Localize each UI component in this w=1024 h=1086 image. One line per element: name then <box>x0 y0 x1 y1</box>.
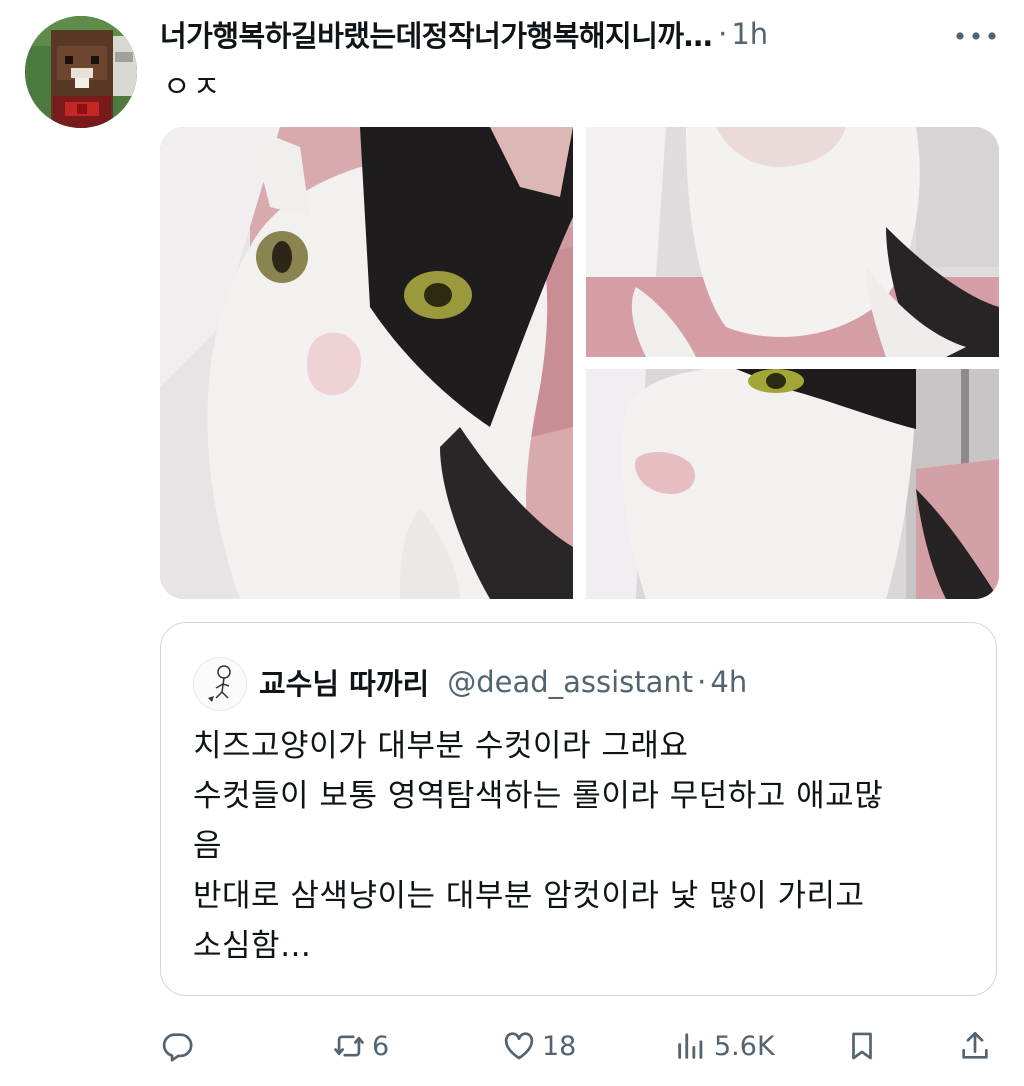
avatar-image <box>25 16 137 128</box>
quoted-tweet-text: 치즈고양이가 대부분 수컷이라 그래요 수컷들이 보통 영역탐색하는 롤이라 무… <box>193 721 973 971</box>
cat-photo-closeup <box>160 127 573 599</box>
reply-button[interactable] <box>160 1022 194 1070</box>
author-avatar[interactable] <box>25 16 137 128</box>
like-button[interactable]: 18 <box>502 1022 576 1070</box>
views-count: 5.6K <box>714 1030 775 1062</box>
quoted-timestamp[interactable]: 4h <box>710 665 747 699</box>
bookmark-button[interactable] <box>845 1022 879 1070</box>
more-options-button[interactable] <box>952 16 1000 52</box>
bookmark-icon <box>852 1032 872 1060</box>
quoted-line: 반대로 삼색냥이는 대부분 암컷이라 낯 많이 가리고 <box>193 878 865 914</box>
photo-2[interactable] <box>586 127 999 357</box>
quoted-tweet[interactable]: 교수님 따까리 @dead_assistant · 4h 치즈고양이가 대부분 … <box>160 622 997 996</box>
heart-icon <box>504 1032 534 1060</box>
quoted-avatar-image <box>194 658 246 710</box>
quoted-author-avatar[interactable] <box>193 657 247 711</box>
share-button[interactable] <box>958 1022 992 1070</box>
like-count: 18 <box>542 1030 577 1062</box>
quoted-separator: · <box>697 665 707 699</box>
photo-1[interactable] <box>160 127 573 599</box>
quoted-line: 수컷들이 보통 영역탐색하는 롤이라 무던하고 애교많 <box>193 778 884 814</box>
photo-3[interactable] <box>586 369 999 599</box>
more-dots-icon <box>956 32 996 40</box>
quoted-line: 음 <box>193 828 223 864</box>
retweet-count: 6 <box>372 1030 390 1062</box>
cat-photo-face-side <box>586 369 999 599</box>
quoted-line: 치즈고양이가 대부분 수컷이라 그래요 <box>193 728 689 764</box>
share-icon <box>962 1031 988 1059</box>
tweet-actions: 6 18 5.6K <box>0 1022 1024 1070</box>
author-display-name[interactable]: 너가행복하길바랬는데정작너가행복해지니까… <box>160 13 713 55</box>
quoted-handle[interactable]: @dead_assistant <box>447 665 693 699</box>
reply-icon <box>162 1033 193 1062</box>
views-button[interactable]: 5.6K <box>674 1022 775 1070</box>
tweet-header: 너가행복하길바랬는데정작너가행복해지니까… · 1h <box>160 12 1000 56</box>
quoted-tweet-header: 교수님 따까리 @dead_assistant · 4h <box>259 661 747 703</box>
media-grid <box>160 127 999 599</box>
quoted-display-name[interactable]: 교수님 따까리 <box>259 661 429 703</box>
quoted-line: 소심함… <box>193 928 312 964</box>
tweet-text: ㅇㅈ <box>163 70 223 105</box>
retweet-button[interactable]: 6 <box>332 1022 389 1070</box>
cat-photo-chin <box>586 127 999 357</box>
header-separator: · <box>718 17 728 51</box>
tweet-timestamp[interactable]: 1h <box>731 17 768 51</box>
retweet-icon <box>334 1035 364 1057</box>
views-icon <box>678 1033 703 1059</box>
